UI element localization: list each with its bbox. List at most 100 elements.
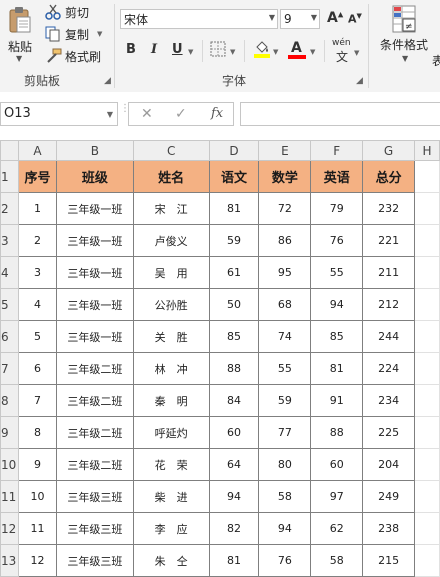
empty-cell[interactable] — [414, 320, 440, 353]
table-cell[interactable]: 64 — [208, 448, 260, 481]
column-header-d[interactable]: D — [208, 140, 260, 161]
row-header[interactable]: 7 — [0, 352, 19, 385]
table-cell[interactable]: 1 — [17, 192, 57, 225]
font-color-button[interactable]: A — [288, 38, 306, 60]
table-cell[interactable]: 吴 用 — [132, 256, 210, 289]
row-header[interactable]: 12 — [0, 512, 19, 545]
chevron-down-icon[interactable]: ▼ — [402, 54, 408, 63]
row-header[interactable]: 6 — [0, 320, 19, 353]
header-cell[interactable]: 数学 — [258, 160, 312, 193]
row-header[interactable]: 13 — [0, 544, 19, 577]
header-cell[interactable]: 语文 — [208, 160, 260, 193]
empty-cell[interactable] — [414, 192, 440, 225]
table-cell[interactable]: 244 — [362, 320, 416, 353]
chevron-down-icon[interactable]: ▼ — [354, 49, 359, 57]
header-cell[interactable]: 序号 — [17, 160, 57, 193]
column-header-c[interactable]: C — [132, 140, 210, 161]
conditional-formatting-button[interactable]: ≠ 条件格式 ▼ — [374, 2, 436, 68]
table-cell[interactable]: 三年级一班 — [55, 320, 134, 353]
bold-button[interactable]: B — [126, 42, 136, 57]
table-cell[interactable]: 232 — [362, 192, 416, 225]
row-header[interactable]: 1 — [0, 160, 19, 193]
table-cell[interactable]: 9 — [17, 448, 57, 481]
table-cell[interactable]: 94 — [208, 480, 260, 513]
header-cell[interactable]: 姓名 — [132, 160, 210, 193]
empty-cell[interactable] — [414, 160, 440, 193]
table-cell[interactable]: 8 — [17, 416, 57, 449]
table-cell[interactable]: 74 — [258, 320, 312, 353]
name-box[interactable]: O13 ▼ — [0, 102, 118, 126]
shrink-font-icon[interactable]: A▼ — [348, 12, 362, 26]
fill-color-dropdown-icon[interactable]: ▼ — [273, 48, 278, 56]
table-cell[interactable]: 三年级三班 — [55, 480, 134, 513]
table-cell[interactable]: 76 — [258, 544, 312, 577]
table-cell[interactable]: 关 胜 — [132, 320, 210, 353]
borders-icon[interactable] — [210, 41, 226, 57]
table-cell[interactable]: 2 — [17, 224, 57, 257]
font-size-combo[interactable]: 9 ▼ — [280, 9, 320, 29]
font-name-combo[interactable]: 宋体 ▼ — [120, 9, 278, 29]
empty-cell[interactable] — [414, 224, 440, 257]
empty-cell[interactable] — [414, 512, 440, 545]
dialog-launcher-icon[interactable]: ◢ — [104, 76, 111, 86]
header-cell[interactable]: 总分 — [362, 160, 416, 193]
enter-check-icon[interactable]: ✓ — [175, 106, 187, 122]
table-cell[interactable]: 6 — [17, 352, 57, 385]
row-header[interactable]: 11 — [0, 480, 19, 513]
table-cell[interactable]: 72 — [258, 192, 312, 225]
table-cell[interactable]: 7 — [17, 384, 57, 417]
chevron-down-icon[interactable]: ▼ — [269, 13, 275, 22]
table-cell[interactable]: 81 — [208, 192, 260, 225]
table-cell[interactable]: 97 — [310, 480, 364, 513]
table-cell[interactable]: 91 — [310, 384, 364, 417]
table-cell[interactable]: 11 — [17, 512, 57, 545]
table-cell[interactable]: 三年级一班 — [55, 192, 134, 225]
table-cell[interactable]: 三年级三班 — [55, 544, 134, 577]
empty-cell[interactable] — [414, 352, 440, 385]
column-header-f[interactable]: F — [310, 140, 364, 161]
table-cell[interactable]: 76 — [310, 224, 364, 257]
table-cell[interactable]: 86 — [258, 224, 312, 257]
table-cell[interactable]: 58 — [310, 544, 364, 577]
table-cell[interactable]: 三年级二班 — [55, 448, 134, 481]
row-header[interactable]: 4 — [0, 256, 19, 289]
table-cell[interactable]: 94 — [310, 288, 364, 321]
table-cell[interactable]: 三年级一班 — [55, 256, 134, 289]
table-cell[interactable]: 55 — [310, 256, 364, 289]
table-cell[interactable]: 林 冲 — [132, 352, 210, 385]
paste-button[interactable]: 粘贴 ▼ — [2, 2, 40, 64]
table-cell[interactable]: 58 — [258, 480, 312, 513]
table-cell[interactable]: 三年级二班 — [55, 352, 134, 385]
table-cell[interactable]: 柴 进 — [132, 480, 210, 513]
copy-dropdown-icon[interactable]: ▼ — [97, 30, 102, 38]
table-cell[interactable]: 79 — [310, 192, 364, 225]
dialog-launcher-icon[interactable]: ◢ — [356, 76, 363, 86]
table-cell[interactable]: 88 — [310, 416, 364, 449]
empty-cell[interactable] — [414, 448, 440, 481]
table-cell[interactable]: 225 — [362, 416, 416, 449]
table-cell[interactable]: 12 — [17, 544, 57, 577]
cancel-icon[interactable]: ✕ — [141, 106, 153, 122]
table-cell[interactable]: 77 — [258, 416, 312, 449]
table-cell[interactable]: 卢俊义 — [132, 224, 210, 257]
table-cell[interactable]: 60 — [310, 448, 364, 481]
empty-cell[interactable] — [414, 480, 440, 513]
table-cell[interactable]: 80 — [258, 448, 312, 481]
row-header[interactable]: 3 — [0, 224, 19, 257]
italic-button[interactable]: I — [151, 42, 157, 57]
table-cell[interactable]: 花 荣 — [132, 448, 210, 481]
format-painter-button[interactable]: 格式刷 — [44, 46, 101, 66]
chevron-down-icon[interactable]: ▼ — [311, 13, 317, 22]
empty-cell[interactable] — [414, 288, 440, 321]
row-header[interactable]: 2 — [0, 192, 19, 225]
table-cell[interactable]: 94 — [258, 512, 312, 545]
chevron-down-icon[interactable]: ▼ — [107, 104, 113, 126]
table-cell[interactable]: 呼延灼 — [132, 416, 210, 449]
column-header-b[interactable]: B — [55, 140, 134, 161]
row-header[interactable]: 8 — [0, 384, 19, 417]
column-header-a[interactable]: A — [17, 140, 57, 161]
empty-cell[interactable] — [414, 416, 440, 449]
table-cell[interactable]: 85 — [310, 320, 364, 353]
table-cell[interactable]: 221 — [362, 224, 416, 257]
grow-font-icon[interactable]: A▲ — [327, 10, 343, 26]
